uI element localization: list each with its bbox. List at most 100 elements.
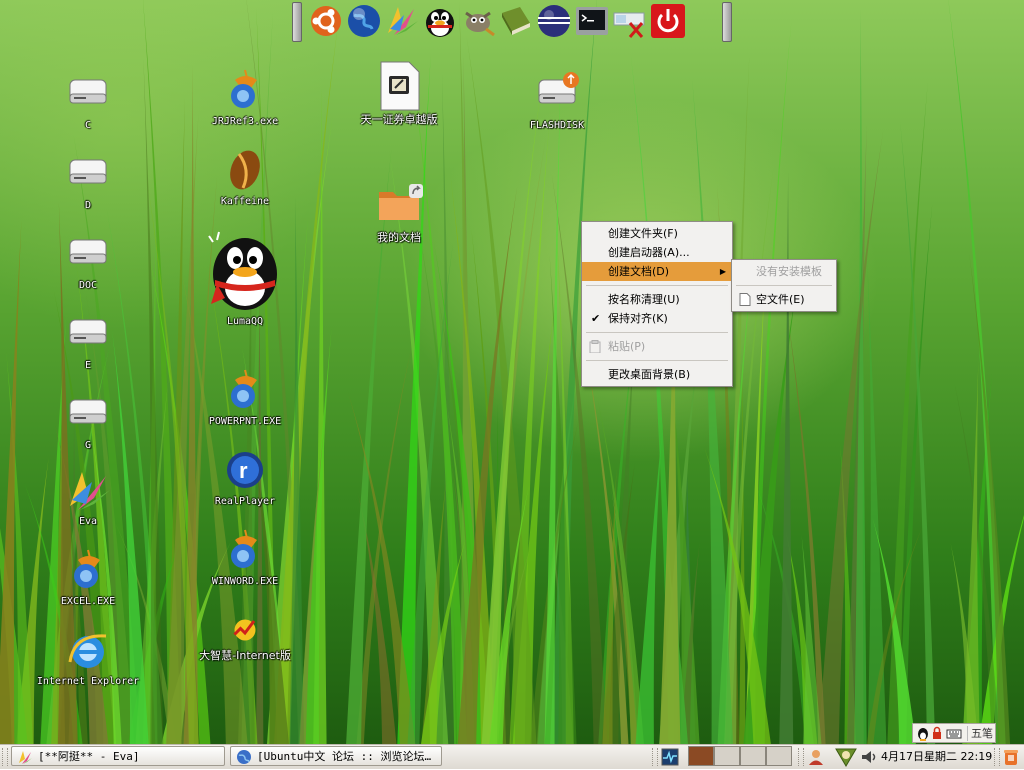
wine-glass-icon (221, 366, 269, 414)
eva-desktop-icon[interactable]: Eva (33, 466, 143, 528)
no-templates-item[interactable]: 没有安装模板 (732, 262, 836, 281)
taskbar-item-eva[interactable]: [**阿挺** - Eva] (11, 746, 225, 766)
panel-handle[interactable] (798, 748, 804, 766)
taskbar-item-browser[interactable]: [Ubuntu中文 论坛 :: 浏览论坛… (230, 746, 442, 766)
create-launcher-item[interactable]: 创建启动器(A)... (582, 243, 732, 262)
taskbar-item-label: [Ubuntu中文 论坛 :: 浏览论坛… (257, 750, 432, 763)
icon-label: Kaffeine (220, 196, 270, 207)
desktop-context-menu: 创建文件夹(F) 创建启动器(A)... 创建文档(D) ▶ 按名称清理(U) ✔… (581, 221, 733, 387)
globe-icon[interactable] (346, 3, 382, 39)
svg-text:r: r (239, 458, 248, 483)
icon-label: FLASHDISK (529, 120, 585, 131)
eclipse-icon[interactable] (536, 3, 572, 39)
coffee-bean-icon (221, 146, 269, 194)
hard-drive-icon (64, 70, 112, 118)
empty-file-item[interactable]: 空文件(E) (732, 290, 836, 309)
tianyi-icon[interactable]: 天一证券卓越版 (344, 60, 454, 126)
drive-doc-icon[interactable]: DOC (33, 230, 143, 292)
menu-separator (586, 360, 728, 361)
usb-drive-icon (533, 70, 581, 118)
panel-handle[interactable] (652, 748, 658, 766)
update-notifier-icon[interactable] (835, 747, 857, 767)
system-monitor-icon[interactable] (661, 748, 679, 766)
menu-item-label: 保持对齐(K) (608, 312, 668, 325)
sort-by-name-item[interactable]: 按名称清理(U) (582, 290, 732, 309)
icon-label: EXCEL.EXE (60, 596, 116, 607)
panel-handle[interactable] (2, 748, 8, 766)
chart-logo-icon (221, 612, 269, 648)
internet-explorer-icon[interactable]: Internet Explorer (33, 626, 143, 688)
tux-icon[interactable] (916, 726, 930, 741)
keep-aligned-item[interactable]: ✔ 保持对齐(K) (582, 309, 732, 328)
folder-icon (375, 182, 423, 230)
terminal-icon[interactable] (574, 3, 610, 39)
menu-item-label: 创建文档(D) (608, 265, 670, 278)
panel-handle[interactable] (994, 748, 1000, 766)
icon-label: JRJRef3.exe (211, 116, 279, 127)
realplayer-icon[interactable]: r RealPlayer (190, 446, 300, 508)
launcher-right-handle[interactable] (722, 2, 732, 42)
create-document-item[interactable]: 创建文档(D) ▶ (582, 262, 732, 281)
flashdisk-icon[interactable]: FLASHDISK (502, 70, 612, 132)
my-documents-icon[interactable]: 我的文档 (344, 182, 454, 244)
workspace-3[interactable] (740, 746, 766, 766)
powerpnt-icon[interactable]: POWERPNT.EXE (190, 366, 300, 428)
gimp-icon[interactable] (460, 3, 496, 39)
hard-drive-icon (64, 150, 112, 198)
drive-d-icon[interactable]: D (33, 150, 143, 212)
ubuntu-icon[interactable] (308, 3, 344, 39)
grass-blade (397, 54, 431, 744)
icon-label: WINWORD.EXE (211, 576, 279, 587)
clock[interactable]: 4月17日星期二 22:19 (881, 747, 992, 767)
trash-icon[interactable] (1002, 748, 1020, 766)
drive-e-icon[interactable]: E (33, 310, 143, 372)
menu-item-label: 按名称清理(U) (608, 293, 680, 306)
excel-icon[interactable]: EXCEL.EXE (33, 546, 143, 608)
workspace-4[interactable] (766, 746, 792, 766)
submenu-arrow-icon: ▶ (719, 267, 726, 276)
workspace-2[interactable] (714, 746, 740, 766)
realplayer-logo-icon: r (221, 446, 269, 494)
icon-label: 大智慧-Internet版 (199, 649, 291, 662)
change-background-item[interactable]: 更改桌面背景(B) (582, 365, 732, 384)
grass-blade (635, 411, 665, 744)
winword-icon[interactable]: WINWORD.EXE (190, 526, 300, 588)
ime-mode-label[interactable]: 五笔 (967, 726, 995, 741)
volume-icon[interactable] (860, 748, 878, 766)
blank-file-icon (739, 293, 751, 306)
wine-glass-icon (221, 66, 269, 114)
drive-g-icon[interactable]: G (33, 390, 143, 452)
menu-item-label: 粘贴(P) (608, 340, 646, 353)
keyboard-icon[interactable] (946, 726, 962, 741)
menu-item-label: 更改桌面背景(B) (608, 368, 691, 381)
eva-icon (19, 751, 32, 764)
eva-icon[interactable] (384, 3, 420, 39)
kaffeine-icon[interactable]: Kaffeine (190, 146, 300, 208)
workspace-1[interactable] (688, 746, 714, 766)
jrjref3-icon[interactable]: JRJRef3.exe (190, 66, 300, 128)
book-icon[interactable] (498, 3, 534, 39)
grass-blade (739, 364, 746, 744)
create-folder-item[interactable]: 创建文件夹(F) (582, 224, 732, 243)
wine-glass-icon (64, 546, 112, 594)
input-method-bar: 五笔 (912, 723, 996, 743)
menu-item-label: 没有安装模板 (756, 265, 822, 278)
disconnect-icon[interactable] (612, 3, 648, 39)
desktop-background[interactable]: C D DOC E G Eva EXCEL.EXE Internet Explo… (0, 0, 1024, 744)
bottom-panel: [**阿挺** - Eva] [Ubuntu中文 论坛 :: 浏览论坛… 4月1… (0, 744, 1024, 769)
drive-label: D (84, 200, 92, 211)
user-icon[interactable] (807, 748, 825, 766)
icon-label: Eva (78, 516, 98, 527)
menu-item-label: 创建文件夹(F) (608, 227, 678, 240)
lumaqq-icon[interactable]: LumaQQ (190, 231, 300, 328)
drive-label: E (84, 360, 92, 371)
drive-c-icon[interactable]: C (33, 70, 143, 132)
lock-icon[interactable] (931, 726, 943, 741)
launcher-left-handle[interactable] (292, 2, 302, 42)
dazhihui-icon[interactable]: 大智慧-Internet版 (190, 612, 300, 662)
eva-icon (64, 466, 112, 514)
menu-separator (586, 332, 728, 333)
power-icon[interactable] (650, 3, 686, 39)
paste-item[interactable]: 粘贴(P) (582, 337, 732, 356)
qq-penguin-icon[interactable] (422, 3, 458, 39)
